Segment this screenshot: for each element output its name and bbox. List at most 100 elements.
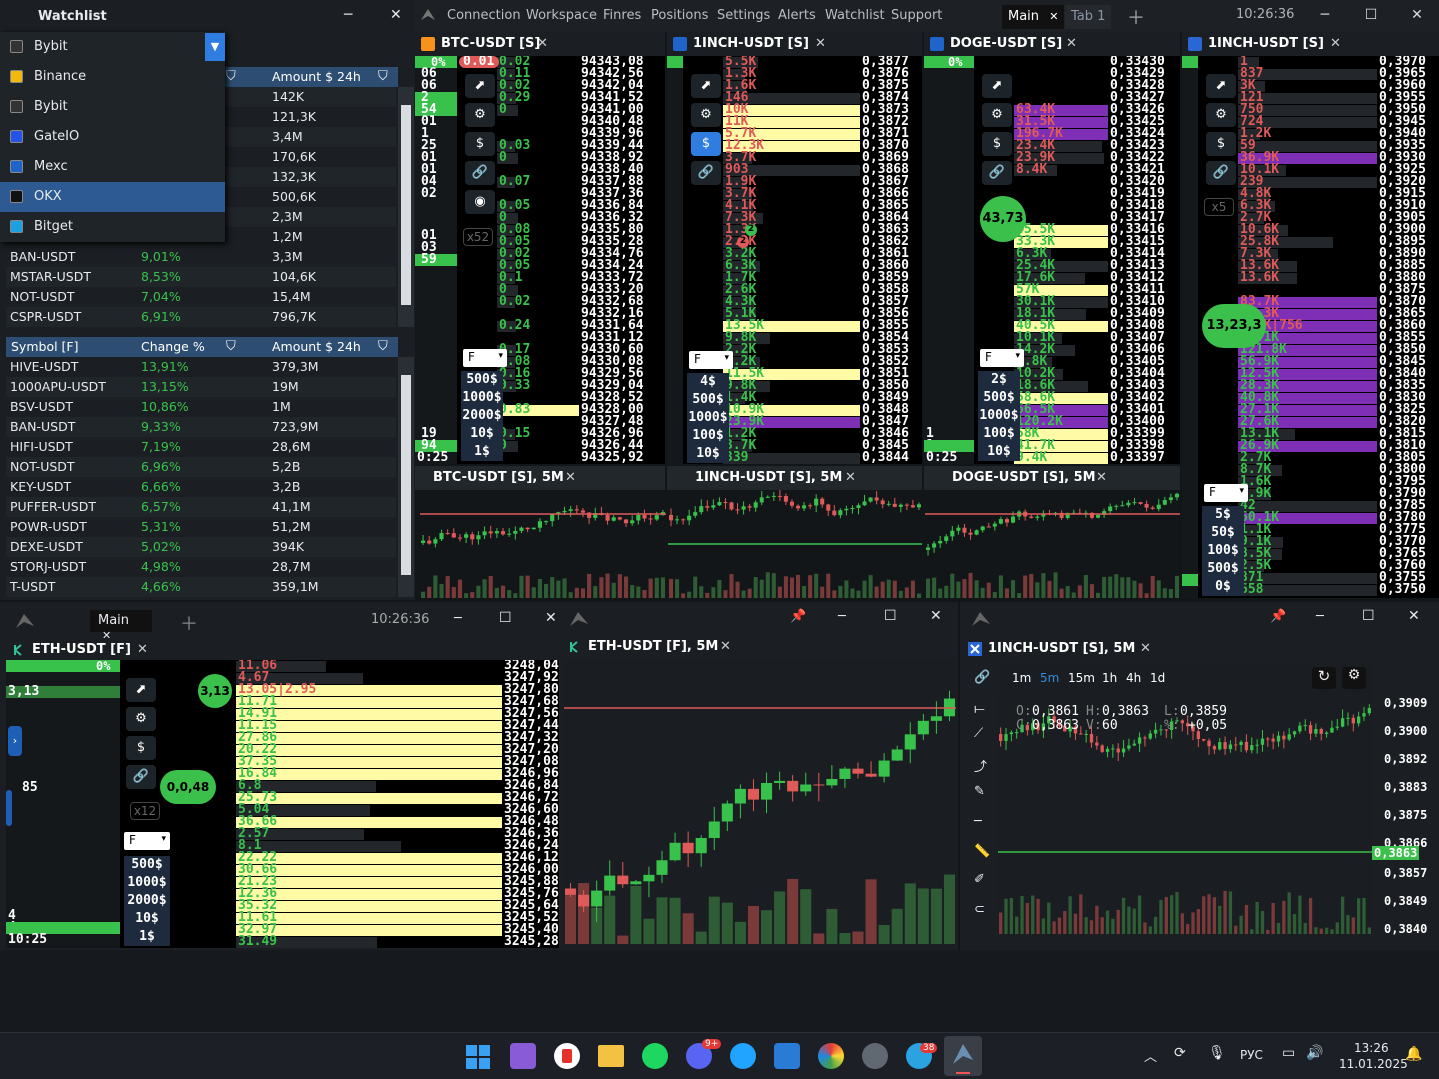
eye-icon[interactable]: ◉ <box>465 190 495 214</box>
exchange-dropdown[interactable]: BybitBybit Binance Bybit GateIO Mexc OKX Bitge… <box>0 32 225 242</box>
mini-chart-btc[interactable] <box>420 490 666 598</box>
amount-preset-button[interactable]: 2000$ <box>461 407 503 425</box>
amount-preset-button[interactable]: 2000$ <box>124 892 170 910</box>
table-row[interactable]: BSV-USDT 10,86% 1M <box>6 397 396 417</box>
chart-icon[interactable]: ⬈ <box>1206 74 1236 98</box>
brush-icon[interactable]: ✐ <box>974 872 985 887</box>
link-icon[interactable]: 🔗 <box>691 161 721 185</box>
table-row[interactable]: DEXE-USDT 5,02% 394K <box>6 537 396 557</box>
filter-icon[interactable]: ⛉ <box>226 69 236 84</box>
table-row[interactable]: T-USDT 4,66% 359,1M <box>6 577 396 597</box>
tab-main[interactable]: Main ✕ <box>1002 5 1065 29</box>
filter-icon[interactable]: ⛉ <box>378 339 388 354</box>
gear-icon[interactable]: ⚙ <box>1206 103 1236 127</box>
amount-preset-button[interactable]: 50$ <box>1202 524 1244 542</box>
amount-preset-button[interactable]: 500$ <box>1202 560 1244 578</box>
menu-watchlist[interactable]: Watchlist <box>825 8 885 23</box>
dollar-icon[interactable]: $ <box>691 132 721 156</box>
exchange-option-bybit[interactable]: BybitBybit <box>0 32 225 62</box>
ray-icon[interactable]: ⟋ <box>974 726 983 741</box>
microphone-icon[interactable]: 🎙 <box>1208 1045 1226 1061</box>
dollar-icon[interactable]: $ <box>1206 132 1236 156</box>
amount-preset-button[interactable]: 0$ <box>1202 578 1244 596</box>
amount-preset-button[interactable]: 500$ <box>687 391 729 409</box>
close-window-icon[interactable]: ✕ <box>1407 7 1427 23</box>
add-tab-icon[interactable]: ＋ <box>180 610 198 636</box>
settings-app-icon[interactable] <box>862 1043 888 1069</box>
table-row[interactable]: NOT-USDT 6,96% 5,2B <box>6 457 396 477</box>
chevron-down-icon[interactable]: ▼ <box>205 33 225 61</box>
filter-icon[interactable]: ⛉ <box>378 69 388 84</box>
chart-icon[interactable]: ⬈ <box>982 74 1012 98</box>
maximize-icon[interactable]: ☐ <box>499 610 512 626</box>
amount-preset-button[interactable]: 500$ <box>461 371 503 389</box>
filter-icon[interactable]: ⛉ <box>226 339 236 354</box>
amount-preset-button[interactable]: 1000$ <box>687 409 729 427</box>
minimize-icon[interactable]: ─ <box>454 611 462 626</box>
eth-ladder[interactable]: 0%3,13854410:25›⬈⚙$🔗x123,130,0,4811.064.… <box>6 660 559 948</box>
table-row[interactable]: NOT-USDT 7,04% 15,4M <box>6 287 396 307</box>
pencil-icon[interactable]: ✎ <box>974 784 985 799</box>
amount-preset-button[interactable]: 100$ <box>1202 542 1244 560</box>
amount-preset-button[interactable]: 1$ <box>461 443 503 461</box>
header-amount[interactable]: Amount $ 24h <box>272 69 361 84</box>
refresh-icon[interactable]: ↻ <box>1312 667 1336 689</box>
amount-preset-button[interactable]: 1000$ <box>978 407 1020 425</box>
order-type-select[interactable]: F ▾ <box>124 832 170 850</box>
maximize-icon[interactable]: ☐ <box>1361 7 1381 23</box>
close-icon[interactable]: ✕ <box>1408 608 1420 624</box>
amount-preset-button[interactable]: 5$ <box>1202 506 1244 524</box>
menu-support[interactable]: Support <box>891 8 942 23</box>
chevron-right-icon[interactable]: › <box>8 726 22 756</box>
table-row[interactable]: BAN-USDT 9,01% 3,3M <box>6 247 396 267</box>
close-icon[interactable]: ✕ <box>390 7 402 23</box>
link-icon[interactable]: 🔗 <box>982 161 1012 185</box>
eth-candlestick-chart[interactable] <box>564 660 956 944</box>
header-change[interactable]: Change % <box>141 339 205 354</box>
notification-icon[interactable]: 🔔 <box>1405 1046 1422 1062</box>
link-icon[interactable]: 🔗 <box>126 765 156 789</box>
mini-chart-inch[interactable] <box>668 490 922 598</box>
volume-icon[interactable]: 🔊 <box>1306 1045 1323 1061</box>
timeframe-1d[interactable]: 1d <box>1150 671 1165 685</box>
link-icon[interactable]: 🔗 <box>1206 161 1236 185</box>
line-icon[interactable]: ─ <box>974 814 982 829</box>
order-type-select[interactable]: F ▾ <box>980 349 1024 367</box>
gear-icon[interactable]: ⚙ <box>1342 667 1366 689</box>
table-row[interactable]: KEY-USDT 6,66% 3,2B <box>6 477 396 497</box>
tab-1[interactable]: Tab 1 <box>1065 5 1112 29</box>
order-type-select[interactable]: F ▾ <box>689 351 733 369</box>
amount-preset-button[interactable]: 10$ <box>124 910 170 928</box>
trend-icon[interactable]: ⤴ <box>974 756 987 775</box>
sync-icon[interactable]: ⟳ <box>1174 1045 1186 1061</box>
chart-icon[interactable]: ⬈ <box>691 74 721 98</box>
multiplier-badge[interactable]: x5 <box>1204 198 1234 216</box>
windows-start-icon[interactable] <box>466 1045 490 1069</box>
link-icon[interactable]: 🔗 <box>974 670 990 685</box>
close-icon[interactable]: ✕ <box>1066 36 1077 51</box>
table-row[interactable]: HIFI-USDT 7,19% 28,6M <box>6 437 396 457</box>
amount-preset-button[interactable]: 500$ <box>978 389 1020 407</box>
order-type-select[interactable]: F ▾ <box>463 349 507 367</box>
table-row[interactable]: STORJ-USDT 4,98% 28,7M <box>6 557 396 577</box>
close-icon[interactable]: ✕ <box>815 36 826 51</box>
close-icon[interactable]: ✕ <box>565 470 576 485</box>
exchange-option-binance[interactable]: Binance <box>0 62 225 92</box>
timeframe-1h[interactable]: 1h <box>1102 671 1117 685</box>
close-icon[interactable]: ✕ <box>1049 10 1058 23</box>
order-type-select[interactable]: F ▾ <box>1204 484 1248 502</box>
close-icon[interactable]: ✕ <box>845 470 856 485</box>
chart-icon[interactable]: ⬈ <box>126 678 156 702</box>
header-amount[interactable]: Amount $ 24h <box>272 339 361 354</box>
timeframe-5m[interactable]: 5m <box>1040 671 1059 685</box>
menu-alerts[interactable]: Alerts <box>778 8 816 23</box>
table-row[interactable]: POWR-USDT 5,31% 51,2M <box>6 517 396 537</box>
amount-preset-button[interactable]: 1000$ <box>124 874 170 892</box>
close-icon[interactable]: ✕ <box>1096 470 1107 485</box>
btc-ladder[interactable]: 0% ⬈ ⚙ $ 🔗 ◉ x52 0.02 0.11 0.02 0.29 0 0.03 0 0.07 0.05… <box>415 56 665 464</box>
maximize-icon[interactable]: ☐ <box>1362 608 1375 624</box>
amount-preset-button[interactable]: 10$ <box>461 425 503 443</box>
dollar-icon[interactable]: $ <box>982 132 1012 156</box>
menu-workspace[interactable]: Workspace <box>526 8 597 23</box>
trading-app-taskbar-icon[interactable] <box>944 1036 982 1076</box>
